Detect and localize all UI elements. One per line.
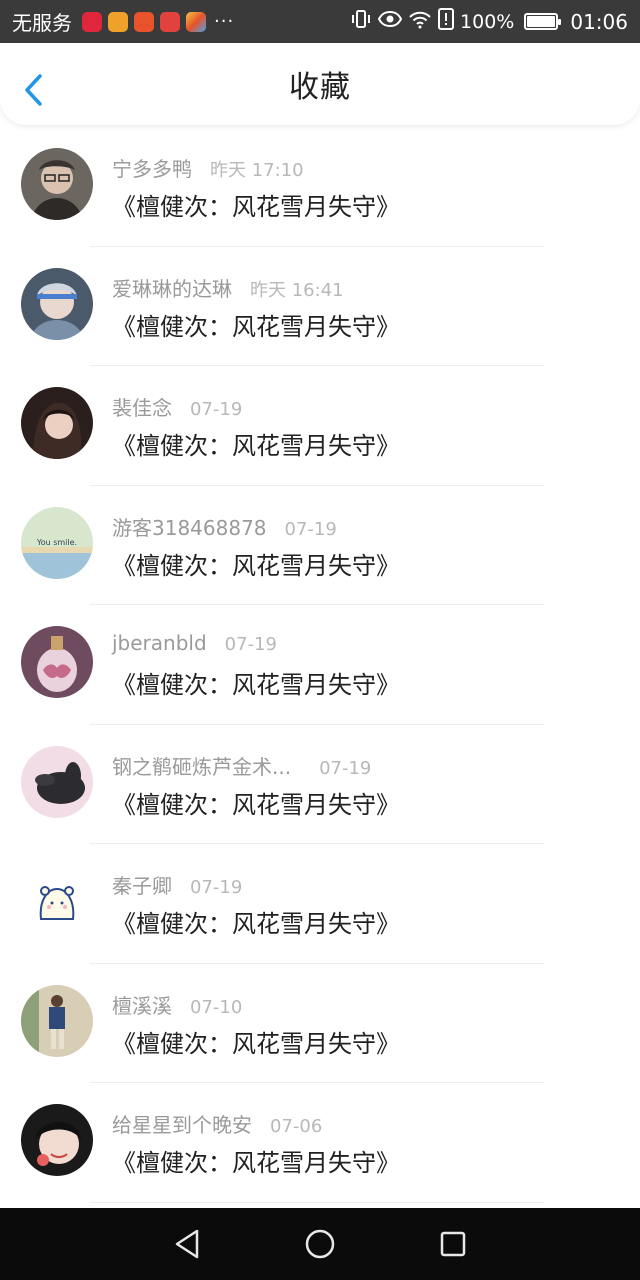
item-title[interactable]: 《檀健次：风花雪月失守》 (112, 546, 400, 581)
status-bar-left: 无服务 ··· (12, 7, 234, 36)
timestamp: 07-19 (224, 634, 277, 655)
item-meta: 裴佳念 07-19 (112, 392, 242, 421)
avatar[interactable] (21, 267, 93, 340)
timestamp: 昨天 17:10 (210, 160, 304, 181)
item-meta: 爱琳琳的达琳 昨天 16:41 (112, 273, 344, 302)
item-title[interactable]: 《檀健次：风花雪月失守》 (112, 904, 400, 939)
item-title[interactable]: 《檀健次：风花雪月失守》 (112, 426, 400, 461)
username[interactable]: 游客318468878 (112, 512, 267, 541)
more-notifications: ··· (214, 11, 235, 32)
navigation-bar (0, 1208, 640, 1280)
app-icon (134, 11, 154, 32)
chevron-left-icon (25, 74, 42, 106)
nav-recents-icon (441, 1231, 466, 1257)
carrier-label: 无服务 (12, 11, 72, 35)
username[interactable]: 秦子卿 (112, 870, 172, 899)
timestamp: 07-10 (190, 996, 243, 1018)
item-meta: 给星星到个晚安 07-06 (112, 1109, 322, 1138)
timestamp: 07-19 (190, 399, 243, 420)
weibo-app-icon (108, 11, 128, 32)
list-item[interactable]: 裴佳念 07-19 《檀健次：风花雪月失守》 (0, 366, 640, 486)
item-title[interactable]: 《檀健次：风花雪月失守》 (112, 187, 400, 222)
list-item[interactable]: 给星星到个晚安 07-06 《檀健次：风花雪月失守》 (0, 1083, 640, 1203)
username[interactable]: 檀溪溪 (112, 990, 172, 1019)
item-title[interactable]: 《檀健次：风花雪月失守》 (112, 307, 400, 342)
item-meta: 秦子卿 07-19 (112, 870, 242, 899)
avatar[interactable] (21, 1104, 93, 1176)
shop-app-icon (160, 11, 180, 32)
item-meta: 宁多多鸭 昨天 17:10 (112, 153, 304, 182)
nav-recents-button[interactable] (433, 1224, 473, 1264)
avatar[interactable] (21, 865, 93, 937)
list-item[interactable]: 檀溪溪 07-10 《檀健次：风花雪月失守》 (0, 964, 640, 1083)
item-title[interactable]: 《檀健次：风花雪月失守》 (112, 785, 400, 820)
alert-icon (438, 8, 455, 35)
avatar[interactable] (21, 387, 93, 459)
list-item[interactable]: 爱琳琳的达琳 昨天 16:41 《檀健次：风花雪月失守》 (0, 247, 640, 366)
item-meta: 檀溪溪 07-10 (112, 990, 242, 1019)
list-item[interactable]: 宁多多鸭 昨天 17:10 《檀健次：风花雪月失守》 (0, 127, 640, 247)
list-item[interactable]: You smile. 游客318468878 07-19 《檀健次：风花雪月失守… (0, 486, 640, 605)
item-meta: 游客318468878 07-19 (112, 512, 337, 541)
avatar[interactable] (21, 984, 93, 1057)
eye-icon (377, 9, 403, 34)
username[interactable]: jberanbld (112, 631, 207, 655)
clock: 01:06 (570, 9, 628, 34)
colorful-app-icon (186, 11, 206, 32)
status-bar: 无服务 ··· 100% 01:06 (0, 0, 640, 43)
nav-home-icon (305, 1229, 335, 1259)
nav-home-button[interactable] (300, 1224, 340, 1264)
timestamp: 07-19 (190, 877, 243, 898)
timestamp: 昨天 16:41 (250, 279, 344, 301)
wifi-icon (408, 9, 432, 34)
username[interactable]: 钢之鹡砸炼芦金术... (112, 751, 291, 780)
item-title[interactable]: 《檀健次：风花雪月失守》 (112, 665, 400, 700)
username[interactable]: 宁多多鸭 (112, 153, 192, 182)
avatar[interactable] (21, 148, 93, 220)
list-item[interactable]: 钢之鹡砸炼芦金术... 07-19 《檀健次：风花雪月失守》 (0, 725, 640, 844)
battery-icon (524, 13, 562, 30)
favorites-list: 宁多多鸭 昨天 17:10 《檀健次：风花雪月失守》 爱琳琳的达琳 昨天 16:… (0, 127, 640, 1203)
item-meta: 钢之鹡砸炼芦金术... 07-19 (112, 751, 371, 780)
divider (90, 1201, 544, 1203)
timestamp: 07-06 (270, 1116, 323, 1137)
battery-fill (527, 16, 556, 27)
status-bar-right: 100% 01:06 (350, 8, 628, 35)
username[interactable]: 裴佳念 (112, 392, 172, 421)
avatar[interactable]: You smile. (21, 506, 93, 579)
timestamp: 07-19 (284, 518, 337, 540)
avatar[interactable] (21, 626, 93, 698)
xiaohongshu-app-icon (82, 11, 102, 32)
username[interactable]: 爱琳琳的达琳 (112, 273, 232, 302)
username[interactable]: 给星星到个晚安 (112, 1109, 252, 1138)
avatar[interactable] (21, 745, 93, 818)
nav-back-icon (175, 1229, 198, 1259)
timestamp: 07-19 (319, 757, 372, 779)
vibrate-icon (350, 8, 372, 35)
page-title: 收藏 (289, 70, 351, 105)
list-item[interactable]: jberanbld 07-19 《檀健次：风花雪月失守》 (0, 605, 640, 725)
header: 收藏 (0, 43, 640, 125)
battery-percent: 100% (460, 10, 515, 33)
item-meta: jberanbld 07-19 (112, 631, 277, 655)
item-title[interactable]: 《檀健次：风花雪月失守》 (112, 1024, 400, 1059)
list-item[interactable]: 秦子卿 07-19 《檀健次：风花雪月失守》 (0, 844, 640, 964)
nav-back-button[interactable] (167, 1224, 207, 1264)
back-button[interactable] (22, 73, 46, 107)
avatar-caption: You smile. (36, 538, 77, 547)
item-title[interactable]: 《檀健次：风花雪月失守》 (112, 1143, 400, 1178)
